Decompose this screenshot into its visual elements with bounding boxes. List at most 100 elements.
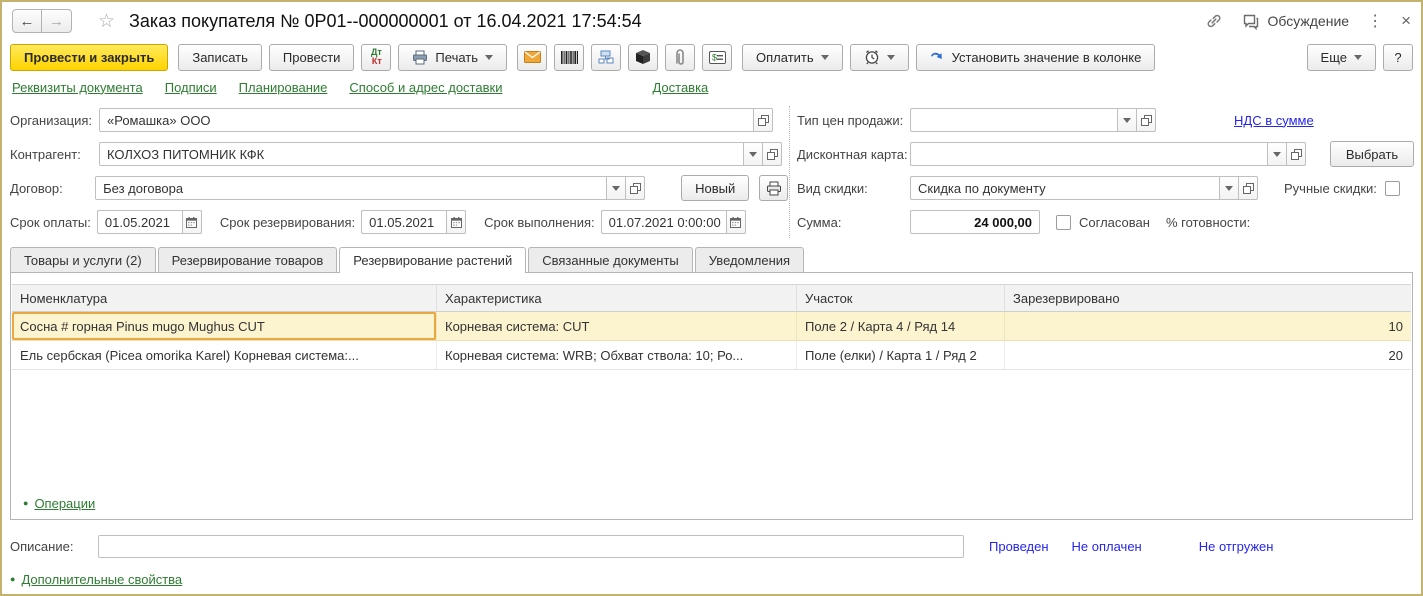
contract-field[interactable]: Без договора [95, 176, 646, 200]
tab-notifications[interactable]: Уведомления [694, 247, 805, 272]
link-signatures[interactable]: Подписи [165, 80, 217, 95]
tab-goods-reservation[interactable]: Резервирование товаров [157, 247, 338, 272]
footer: Описание: Проведен Не оплачен Не отгруже… [2, 520, 1421, 587]
contract-open-icon[interactable] [626, 176, 646, 200]
organization-value[interactable]: «Ромашка» ООО [99, 108, 754, 132]
back-button[interactable]: ← [12, 9, 42, 33]
print-button[interactable]: Печать [398, 43, 508, 71]
payment-due-calendar-icon[interactable] [182, 210, 202, 234]
price-type-field[interactable] [910, 108, 1156, 132]
counterparty-label: Контрагент: [10, 146, 81, 162]
price-type-dropdown-icon[interactable] [1118, 108, 1137, 132]
payment-due-value[interactable]: 01.05.2021 [96, 210, 183, 234]
barcode-button[interactable] [554, 43, 585, 71]
link-delivery-method[interactable]: Способ и адрес доставки [349, 80, 502, 95]
link-requisites[interactable]: Реквизиты документа [12, 80, 143, 95]
counterparty-value[interactable]: КОЛХОЗ ПИТОМНИК КФК [99, 142, 744, 166]
link-planning[interactable]: Планирование [239, 80, 328, 95]
counterparty-field[interactable]: КОЛХОЗ ПИТОМНИК КФК [99, 142, 782, 166]
table-row[interactable]: Ель сербская (Picea omorika Karel) Корне… [12, 341, 1411, 370]
favorites-star-icon[interactable]: ☆ [98, 12, 115, 31]
reserve-due-field[interactable]: 01.05.2021 [361, 210, 467, 234]
discount-kind-field[interactable]: Скидка по документу [910, 176, 1258, 200]
dtkt-icon: Дт Кт [371, 47, 382, 66]
attachments-button[interactable] [665, 43, 696, 71]
print-contract-button[interactable] [759, 175, 788, 201]
choose-card-button[interactable]: Выбрать [1330, 141, 1414, 167]
operations-link[interactable]: Операции [34, 496, 95, 511]
discount-kind-open-icon[interactable] [1239, 176, 1258, 200]
counterparty-dropdown-icon[interactable] [744, 142, 763, 166]
discount-card-dropdown-icon[interactable] [1268, 142, 1287, 166]
counterparty-open-icon[interactable] [763, 142, 782, 166]
price-type-open-icon[interactable] [1137, 108, 1156, 132]
cell-characteristic[interactable]: Корневая система: CUT [437, 312, 797, 340]
post-button[interactable]: Провести [268, 43, 355, 71]
save-button[interactable]: Записать [178, 43, 262, 71]
reminder-button[interactable] [849, 43, 909, 71]
discussion-bubble-icon [1241, 13, 1260, 30]
pay-button[interactable]: Оплатить [742, 43, 843, 71]
discount-card-input[interactable] [918, 146, 1260, 162]
fulfill-due-calendar-icon[interactable] [726, 210, 746, 234]
price-type-input[interactable] [918, 112, 1110, 128]
approved-checkbox[interactable] [1056, 214, 1071, 230]
contract-dropdown-icon[interactable] [607, 176, 627, 200]
invoice-button[interactable]: $ [702, 43, 733, 71]
vat-in-amount-link[interactable]: НДС в сумме [1234, 113, 1314, 128]
tab-related-documents[interactable]: Связанные документы [528, 247, 693, 272]
cell-reserved[interactable]: 10 [1005, 312, 1411, 340]
status-unpaid[interactable]: Не оплачен [1072, 539, 1142, 554]
help-button[interactable]: ? [1383, 43, 1413, 71]
fulfill-due-value[interactable]: 01.07.2021 0:00:00 [600, 210, 727, 234]
kebab-menu-icon[interactable]: ⋮ [1367, 11, 1383, 31]
cell-plot[interactable]: Поле (елки) / Карта 1 / Ряд 2 [797, 341, 1005, 369]
new-contract-button[interactable]: Новый [681, 175, 750, 201]
reserve-due-calendar-icon[interactable] [447, 210, 467, 234]
discount-kind-dropdown-icon[interactable] [1220, 176, 1239, 200]
discussion-button[interactable]: Обсуждение [1241, 13, 1349, 30]
document-structure-button[interactable] [591, 43, 622, 71]
cell-plot[interactable]: Поле 2 / Карта 4 / Ряд 14 [797, 312, 1005, 340]
link-delivery[interactable]: Доставка [652, 80, 708, 95]
contract-value[interactable]: Без договора [95, 176, 608, 200]
dtkt-postings-button[interactable]: Дт Кт [361, 43, 392, 71]
organization-open-icon[interactable] [754, 108, 773, 132]
goods-cube-button[interactable] [628, 43, 659, 71]
column-header-characteristic[interactable]: Характеристика [437, 285, 797, 311]
more-button[interactable]: Еще [1306, 43, 1376, 71]
cell-nomenclature[interactable]: Сосна # горная Pinus mugo Mughus CUT [12, 312, 437, 340]
email-button[interactable] [517, 43, 548, 71]
tab-plants-reservation[interactable]: Резервирование растений [339, 247, 527, 273]
cell-characteristic[interactable]: Корневая система: WRB; Обхват ствола: 10… [437, 341, 797, 369]
manual-discounts-checkbox[interactable] [1384, 180, 1400, 196]
tab-goods-services[interactable]: Товары и услуги (2) [10, 247, 156, 272]
post-and-close-button[interactable]: Провести и закрыть [10, 43, 169, 71]
status-posted[interactable]: Проведен [989, 539, 1049, 554]
reserve-due-value[interactable]: 01.05.2021 [361, 210, 448, 234]
table-row[interactable]: Сосна # горная Pinus mugo Mughus CUT Кор… [12, 312, 1411, 341]
link-icon[interactable] [1205, 12, 1223, 30]
column-header-reserved[interactable]: Зарезервировано [1005, 285, 1411, 311]
column-header-nomenclature[interactable]: Номенклатура [12, 285, 437, 311]
description-input[interactable] [98, 534, 964, 558]
additional-properties-link[interactable]: Дополнительные свойства [21, 572, 182, 587]
discount-card-field[interactable] [910, 142, 1306, 166]
column-header-plot[interactable]: Участок [797, 285, 1005, 311]
discussion-label: Обсуждение [1267, 13, 1350, 29]
cell-reserved[interactable]: 20 [1005, 341, 1411, 369]
cell-nomenclature[interactable]: Ель сербская (Picea omorika Karel) Корне… [12, 341, 437, 369]
additional-properties-bullet-icon: ● [10, 574, 16, 584]
reserve-due-label: Срок резервирования: [219, 214, 356, 230]
document-nav-links: Реквизиты документа Подписи Планирование… [2, 74, 1421, 100]
close-icon[interactable]: × [1401, 11, 1411, 31]
set-column-value-button[interactable]: Установить значение в колонке [915, 43, 1156, 71]
fulfill-due-field[interactable]: 01.07.2021 0:00:00 [600, 210, 746, 234]
status-unshipped[interactable]: Не отгружен [1199, 539, 1274, 554]
forward-button[interactable]: → [42, 9, 72, 33]
payment-due-field[interactable]: 01.05.2021 [96, 210, 202, 234]
discount-card-open-icon[interactable] [1287, 142, 1306, 166]
amount-field: 24 000,00 [910, 210, 1040, 234]
organization-field[interactable]: «Ромашка» ООО [99, 108, 773, 132]
discount-kind-value[interactable]: Скидка по документу [910, 176, 1220, 200]
